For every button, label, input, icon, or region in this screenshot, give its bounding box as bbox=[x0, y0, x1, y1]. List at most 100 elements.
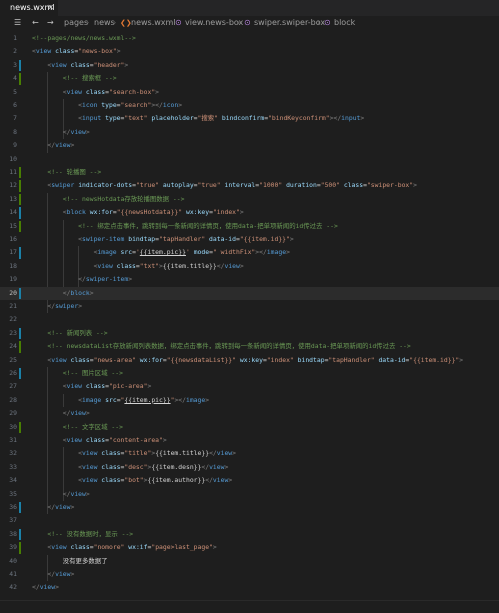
code-line[interactable]: 15 <!-- 绑定点击事件，跳转到每一条新闻的详情页，使用data-把单项新闻… bbox=[0, 220, 499, 233]
gutter-modified-marker bbox=[19, 528, 21, 541]
code-token: "index" bbox=[212, 208, 240, 217]
code-token: view bbox=[82, 476, 98, 485]
code-line[interactable]: 5 <view class="search-box"> bbox=[0, 86, 499, 99]
code-line[interactable]: 9 </view> bbox=[0, 139, 499, 152]
code-token: indicator-dots bbox=[78, 181, 133, 190]
breadcrumb-pages[interactable]: pages bbox=[64, 16, 88, 30]
code-line[interactable]: 29 </view> bbox=[0, 407, 499, 420]
code-token: > bbox=[116, 47, 121, 56]
code-text: <view class="news-area" wx:for="{{newsda… bbox=[32, 354, 463, 367]
code-line[interactable]: 2 <view class="news-box"> bbox=[0, 45, 499, 58]
line-number: 29 bbox=[9, 409, 17, 418]
code-token: class bbox=[70, 543, 90, 552]
line-number: 10 bbox=[9, 154, 17, 163]
code-line[interactable]: 25 <view class="news-area" wx:for="{{new… bbox=[0, 354, 499, 367]
code-token: </ bbox=[209, 449, 217, 458]
line-number: 27 bbox=[9, 382, 17, 391]
code-line[interactable]: 22 bbox=[0, 313, 499, 326]
code-token: class bbox=[85, 87, 106, 96]
code-line[interactable]: 30 <!-- 文字区域 --> bbox=[0, 421, 499, 434]
line-number: 20 bbox=[9, 288, 17, 297]
code-line[interactable]: 4 <!-- 搜索框 --> bbox=[0, 72, 499, 85]
back-arrow-icon[interactable]: ← bbox=[32, 16, 39, 30]
code-line[interactable]: 13 <!-- newsHotdata存放轮播图数据 --> bbox=[0, 193, 499, 206]
code-line[interactable]: 24 <!-- newsdataList存放新闻列表数据，绑定点击事件，跳转到每… bbox=[0, 340, 499, 353]
code-line[interactable]: 20 </block> bbox=[0, 286, 499, 300]
code-line[interactable]: 38 <!-- 没有数据时，显示 --> bbox=[0, 528, 499, 541]
line-number: 1 bbox=[13, 34, 17, 42]
code-token: view bbox=[209, 462, 225, 471]
code-text: <view class="title">{{item.title}}</view… bbox=[32, 447, 236, 460]
code-token: view bbox=[212, 476, 229, 485]
code-line[interactable]: 17 <image src='{{item.pic}}' mode=" widt… bbox=[0, 246, 499, 259]
code-token: > bbox=[178, 101, 183, 109]
code-line[interactable]: 37 bbox=[0, 514, 499, 527]
code-line[interactable]: 42 </view> bbox=[0, 581, 499, 594]
code-line[interactable]: 10 bbox=[0, 153, 499, 166]
line-number: 30 bbox=[9, 422, 17, 431]
code-line[interactable]: 31 <view class="content-area"> bbox=[0, 434, 499, 447]
forward-arrow-icon[interactable]: → bbox=[47, 16, 54, 30]
code-token: class bbox=[85, 382, 106, 391]
code-line[interactable]: 14 <block wx:for="{{newsHotdata}}" wx:ke… bbox=[0, 206, 499, 219]
code-line[interactable]: 21 </swiper> bbox=[0, 300, 499, 313]
horizontal-scrollbar[interactable] bbox=[0, 600, 499, 613]
code-token: {{item.desn}} bbox=[151, 462, 202, 471]
line-number: 22 bbox=[9, 315, 17, 324]
code-line[interactable]: 36 </view> bbox=[0, 501, 499, 514]
code-line[interactable]: 39 <view class="nomore" wx:if="page>last… bbox=[0, 541, 499, 554]
code-token: {{item.title}} bbox=[162, 261, 217, 270]
code-line[interactable]: 18 <view class="txt">{{item.title}}</vie… bbox=[0, 260, 499, 273]
code-line[interactable]: 34 <view class="bot">{{item.author}}</vi… bbox=[0, 474, 499, 487]
code-line[interactable]: 41 </view> bbox=[0, 568, 499, 581]
gutter-modified-marker bbox=[19, 368, 21, 380]
code-line[interactable]: 23 <!-- 新闻列表 --> bbox=[0, 327, 499, 340]
breadcrumb-block[interactable]: block bbox=[334, 16, 355, 30]
code-text: <block wx:for="{{newsHotdata}}" wx:key="… bbox=[32, 206, 244, 219]
tab-news-wxml[interactable]: news.wxml ✕ bbox=[0, 0, 58, 16]
code-line[interactable]: 40 没有更多数据了 bbox=[0, 555, 499, 568]
breadcrumb-news[interactable]: news bbox=[94, 16, 115, 30]
code-token: view bbox=[55, 503, 71, 511]
code-line[interactable]: 11 <!-- 轮播图 --> bbox=[0, 166, 499, 179]
code-token: "page>last_page" bbox=[151, 543, 213, 552]
code-text: <view class="content-area"> bbox=[32, 434, 167, 447]
code-text: </view> bbox=[32, 501, 74, 514]
code-token: "tapHandler" bbox=[159, 235, 206, 243]
code-token: "tapHandler" bbox=[328, 355, 375, 364]
code-line[interactable]: 32 <view class="title">{{item.title}}</v… bbox=[0, 447, 499, 460]
code-line[interactable]: 6 <icon type="search"></icon> bbox=[0, 99, 499, 112]
code-line[interactable]: 7 <input type="text" placeholder="搜索" bi… bbox=[0, 112, 499, 125]
code-line[interactable]: 35 </view> bbox=[0, 488, 499, 501]
breadcrumb-view[interactable]: view.news-box bbox=[185, 16, 243, 30]
code-line[interactable]: 28 <image src="{{item.pic}}"></image> bbox=[0, 394, 499, 407]
code-token: "news-box" bbox=[78, 47, 117, 56]
code-line[interactable]: 33 <view class="desc">{{item.desn}}</vie… bbox=[0, 461, 499, 474]
code-line[interactable]: 8 </view> bbox=[0, 126, 499, 139]
line-number: 4 bbox=[13, 74, 17, 83]
code-token: image bbox=[266, 248, 287, 257]
code-token: wx:key bbox=[239, 355, 263, 364]
close-icon[interactable]: ✕ bbox=[47, 0, 54, 16]
code-line[interactable]: 12 <swiper indicator-dots="true" autopla… bbox=[0, 179, 499, 192]
split-lines-icon[interactable]: ☰ bbox=[14, 16, 21, 30]
code-token: "bindKeyconfirm" bbox=[268, 114, 330, 123]
code-line[interactable]: 26 <!-- 图片区域 --> bbox=[0, 367, 499, 380]
code-token: class bbox=[116, 261, 136, 270]
code-token: class bbox=[70, 355, 90, 364]
code-line[interactable]: 16 <swiper-item bindtap="tapHandler" dat… bbox=[0, 233, 499, 246]
code-line[interactable]: 1 <!--pages/news/news.wxml--> bbox=[0, 32, 499, 45]
gutter-added-marker bbox=[19, 73, 21, 85]
code-line[interactable]: 27 <view class="pic-area"> bbox=[0, 380, 499, 393]
code-line[interactable]: 3 <view class="header"> bbox=[0, 59, 499, 72]
breadcrumb-swiper[interactable]: swiper.swiper-box bbox=[254, 16, 325, 30]
code-token: > bbox=[289, 235, 294, 243]
code-editor[interactable]: 1 <!--pages/news/news.wxml--> 2 <view class… bbox=[0, 32, 499, 600]
code-token: view bbox=[51, 60, 67, 69]
code-line[interactable]: 19 </swiper-item> bbox=[0, 273, 499, 286]
